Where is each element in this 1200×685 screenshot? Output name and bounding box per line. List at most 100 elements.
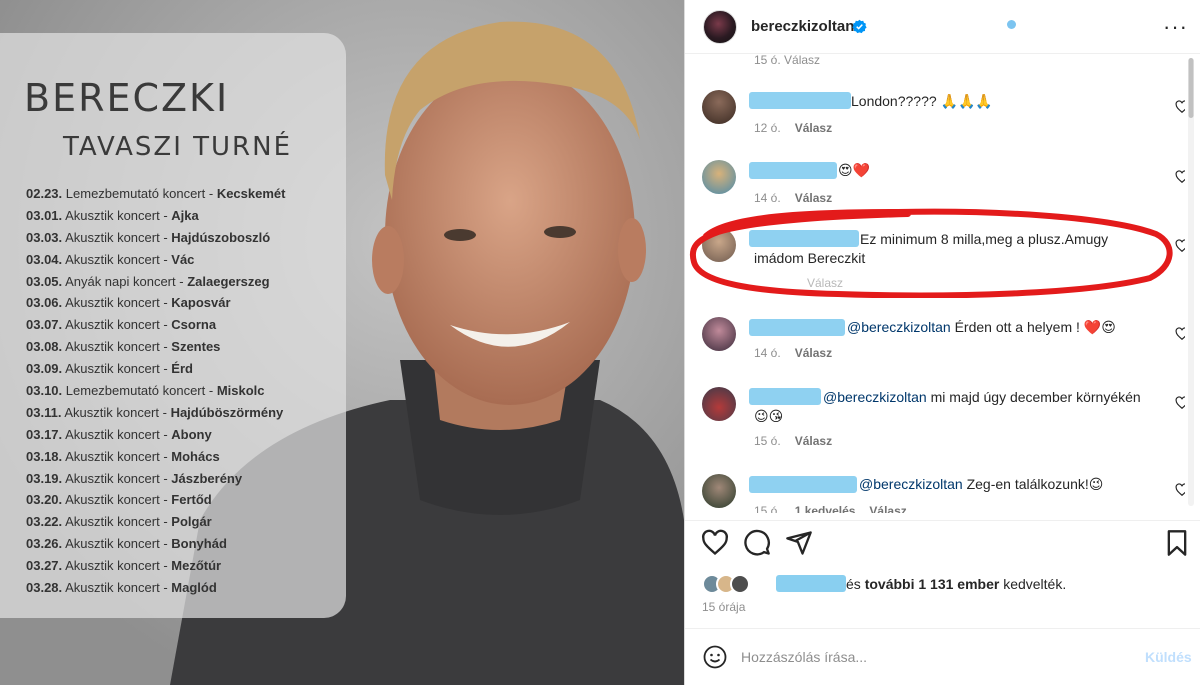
tour-concert-type: Akusztik koncert - — [65, 558, 168, 574]
comment-text: London????? 🙏🙏🙏 — [851, 93, 993, 109]
tour-date-item: 03.08. Akusztik koncert - Szentes — [26, 336, 356, 358]
mention-link[interactable]: @bereczkizoltan — [847, 319, 951, 335]
commenter-avatar[interactable] — [702, 387, 736, 421]
mention-link[interactable]: @bereczkizoltan — [823, 389, 927, 405]
reply-link[interactable]: Válasz — [795, 121, 832, 135]
tour-date-item: 03.28. Akusztik koncert - Maglód — [26, 577, 356, 599]
liker-avatar[interactable] — [730, 574, 750, 594]
comment-like-icon[interactable] — [1175, 483, 1185, 497]
comment-text: Ez minimum 8 milla,meg a plusz.Amugy imá… — [754, 231, 1109, 266]
tour-city: Polgár — [171, 514, 212, 530]
tour-concert-type: Akusztik koncert - — [65, 514, 168, 530]
tour-concert-type: Akusztik koncert - — [65, 426, 168, 442]
tour-date: 03.26. — [26, 536, 63, 552]
comment-text: @bereczkizoltan Érden ott a helyem ! ❤️😍 — [847, 319, 1116, 335]
comment-like-icon[interactable] — [1175, 100, 1185, 114]
comment-text: 😍❤️ — [838, 162, 871, 178]
post-header: bereczkizoltan ··· — [685, 0, 1200, 54]
tour-date: 03.20. — [26, 492, 63, 508]
bookmark-save-icon[interactable] — [1163, 529, 1191, 557]
tour-date-item: 03.09. Akusztik koncert - Érd — [26, 358, 356, 380]
tour-city: Vác — [171, 251, 195, 267]
tour-city: Szentes — [171, 339, 221, 355]
tour-date-item: 03.07. Akusztik koncert - Csorna — [26, 314, 356, 336]
tour-city: Kecskemét — [216, 186, 286, 201]
tour-date-item: 03.10. Lemezbemutató koncert - Miskolc — [26, 380, 356, 402]
reply-link[interactable]: Válasz — [795, 434, 832, 448]
commenter-avatar[interactable] — [702, 317, 736, 351]
tour-date: 03.09. — [26, 361, 63, 377]
comment-text: @bereczkizoltan mi majd úgy december kör… — [823, 389, 1141, 405]
comment-bubble-icon[interactable] — [743, 529, 771, 557]
tour-concert-type: Akusztik koncert - — [65, 536, 168, 552]
tour-concert-type: Akusztik koncert - — [64, 404, 167, 420]
emoji-smile-icon[interactable] — [703, 645, 727, 669]
tour-city: Miskolc — [216, 383, 265, 399]
comment-meta: 15 ó. 1 kedvelés Válasz — [754, 504, 907, 513]
reply-link[interactable]: Válasz — [795, 346, 832, 360]
comment-like-icon[interactable] — [1175, 239, 1185, 253]
tour-date-item: 03.05. Anyák napi koncert - Zalaegerszeg — [26, 271, 356, 293]
tour-city: Mezőtúr — [171, 558, 222, 574]
post-timestamp: 15 órája — [702, 600, 746, 614]
commenter-avatar[interactable] — [702, 228, 736, 262]
comments-list[interactable]: 15 ó. Válasz London????? 🙏🙏🙏 12 ó. Válasz… — [685, 55, 1185, 513]
mention-link[interactable]: @bereczkizoltan — [859, 476, 963, 492]
comment-input[interactable] — [741, 643, 1121, 671]
tour-dates-list: 02.23. Lemezbemutató koncert - Kecskemét… — [26, 183, 356, 599]
verified-badge-icon — [852, 19, 867, 34]
tour-date-item: 03.20. Akusztik koncert - Fertőd — [26, 489, 356, 511]
tour-date: 03.06. — [26, 295, 63, 311]
comment-composer: Küldés — [685, 628, 1200, 685]
tour-date-item: 03.18. Akusztik koncert - Mohács — [26, 446, 356, 468]
poster-subtitle: TAVASZI TURNÉ — [63, 132, 292, 162]
tour-concert-type: Anyák napi koncert - — [65, 273, 184, 289]
post-action-bar — [685, 520, 1200, 570]
reply-link[interactable]: Válasz — [795, 191, 832, 205]
reply-link[interactable]: Válasz — [869, 504, 906, 513]
redacted-username — [749, 92, 851, 109]
more-options-icon[interactable]: ··· — [1163, 14, 1188, 40]
tour-date: 03.28. — [26, 580, 63, 596]
poster-brand-title: BERECZKI — [24, 76, 230, 120]
comment-likes-count[interactable]: 1 kedvelés — [795, 504, 856, 513]
tour-concert-type: Akusztik koncert - — [65, 492, 168, 508]
comment-text: @bereczkizoltan Zeg-en találkozunk!😉 — [859, 476, 1104, 492]
comment-like-icon[interactable] — [1175, 170, 1185, 184]
comment-like-icon[interactable] — [1175, 327, 1185, 341]
tour-city: Hajdúböszörmény — [170, 404, 284, 420]
tour-date: 03.11. — [26, 404, 62, 420]
likes-text[interactable]: és további 1 131 ember kedvelték. — [846, 576, 1066, 592]
redacted-liker-name — [776, 575, 846, 592]
like-heart-icon[interactable] — [701, 529, 729, 557]
tour-city: Kaposvár — [171, 295, 231, 311]
tour-city: Mohács — [171, 448, 220, 464]
tour-date: 03.03. — [26, 229, 63, 245]
tour-date: 03.18. — [26, 448, 63, 464]
redacted-username — [749, 476, 857, 493]
tour-date-item: 03.01. Akusztik koncert - Ajka — [26, 205, 356, 227]
tour-concert-type: Akusztik koncert - — [65, 229, 168, 245]
author-username[interactable]: bereczkizoltan — [751, 18, 854, 35]
commenter-avatar[interactable] — [702, 90, 736, 124]
redacted-username — [749, 319, 845, 336]
author-avatar[interactable] — [703, 10, 737, 44]
reply-link[interactable]: Válasz — [807, 276, 843, 290]
tour-concert-type: Akusztik koncert - — [65, 361, 168, 377]
comment-text-continued: 😉😘 — [754, 408, 784, 424]
commenter-avatar[interactable] — [702, 474, 736, 508]
post-comment-button[interactable]: Küldés — [1145, 649, 1192, 665]
comments-scrollbar[interactable] — [1188, 58, 1194, 506]
tour-date: 03.01. — [26, 207, 63, 223]
tour-city: Maglód — [171, 580, 217, 596]
comment-like-icon[interactable] — [1175, 396, 1185, 410]
share-send-icon[interactable] — [785, 529, 813, 557]
commenter-avatar[interactable] — [702, 160, 736, 194]
tour-date: 03.08. — [26, 339, 63, 355]
partial-comment-meta: 15 ó. Válasz — [754, 55, 821, 67]
comment-meta: 12 ó. Válasz — [754, 121, 833, 135]
comment-meta: Válasz — [754, 276, 843, 290]
tour-date: 03.07. — [26, 317, 63, 333]
cursor-dot — [1007, 20, 1016, 29]
tour-concert-type: Lemezbemutató koncert - — [65, 186, 214, 201]
